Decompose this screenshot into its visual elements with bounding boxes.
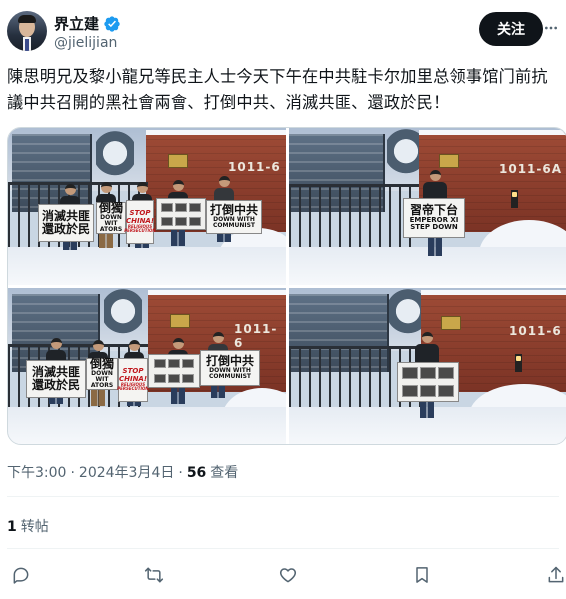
address-number: 1011-6 <box>509 324 562 338</box>
sign-text: 還政於民 <box>31 378 80 392</box>
snowy-tree <box>104 288 142 346</box>
author-name[interactable]: 界立建 <box>54 13 121 34</box>
tweet-date[interactable]: 2024年3月4日 <box>79 462 174 482</box>
meta-separator: · <box>70 465 75 481</box>
photo-1[interactable]: 1011-6 消滅共匪 還政於民 倒獨 DOWN WIT ATORS STOP … <box>8 128 286 285</box>
protest-sign: 消滅共匪 還政於民 <box>26 360 86 398</box>
protest-sign: 倒獨 DOWN WIT ATORS <box>96 202 126 234</box>
author-handle[interactable]: @jielijian <box>54 35 117 51</box>
action-bar <box>0 564 566 588</box>
avatar-tie <box>25 39 29 51</box>
photo-board-sign <box>156 198 206 230</box>
protest-sign: STOP CHINA! RELIGIOUS PERSECUTION <box>124 200 156 244</box>
avatar[interactable] <box>7 11 47 51</box>
snowy-tree <box>96 130 134 188</box>
sign-text: STEP DOWN <box>410 223 458 232</box>
sign-text: ATORS <box>90 382 114 390</box>
like-icon <box>279 568 297 583</box>
sign-text: COMMUNIST <box>209 373 251 381</box>
consulate-plaque <box>170 314 190 328</box>
views-label: 查看 <box>210 465 239 481</box>
photo-3[interactable]: 1011-6 消滅共匪 還政於民 倒獨 DOWN WIT ATORS STOP … <box>8 288 286 444</box>
reply-button[interactable] <box>10 564 32 586</box>
photo-board-sign <box>148 354 200 388</box>
snow-ground <box>8 247 286 285</box>
like-button[interactable] <box>277 564 299 586</box>
photo-4[interactable]: 1011-6 <box>289 288 566 444</box>
share-icon <box>548 566 564 583</box>
address-number-text: 1011-6 <box>499 162 552 176</box>
tweet-text: 陳思明兄及黎小龍兄等民主人士今天下午在中共駐卡尔加里总领事馆门前抗議中共召開的黑… <box>7 67 548 112</box>
sign-text: COMMUNIST <box>213 222 255 230</box>
tweet-time[interactable]: 下午3:00 <box>7 462 66 482</box>
protest-sign: 打倒中共 DOWN WITH COMMUNIST <box>200 350 260 386</box>
avatar-hair <box>18 15 36 23</box>
sign-text: PERSECUTION <box>124 228 156 234</box>
divider <box>7 548 559 549</box>
more-options-icon[interactable] <box>543 20 559 36</box>
reply-icon <box>13 567 29 584</box>
protest-sign: 倒獨 DOWN WIT ATORS <box>86 358 118 390</box>
address-number: 1011-6 <box>234 322 278 350</box>
snow-cap <box>148 290 286 295</box>
snow-ground <box>8 407 286 444</box>
author-display-name[interactable]: 界立建 <box>54 13 99 34</box>
tweet-meta: 下午3:00 · 2024年3月4日 · 56 查看 <box>7 462 238 482</box>
address-suffix: A <box>551 162 563 176</box>
address-number: 1011-6 <box>228 160 281 174</box>
tweet-header: 界立建 @jielijian 关注 <box>7 8 559 56</box>
sign-text: PERSECUTION <box>117 386 149 392</box>
share-button[interactable] <box>545 564 566 586</box>
consulate-plaque <box>168 154 188 168</box>
consulate-plaque <box>439 154 459 168</box>
repost-icon <box>144 567 164 583</box>
snow-cap <box>419 130 566 135</box>
protest-sign: 打倒中共 DOWN WITH COMMUNIST <box>206 200 262 234</box>
views-count: 56 <box>186 465 207 481</box>
protest-sign: STOP CHINA! RELIGIOUS PERSECUTION <box>117 358 149 402</box>
photo-2[interactable]: 1011-6A 習帝下台 EMPEROR XI STEP DOWN <box>289 128 566 285</box>
meta-separator: · <box>178 465 183 481</box>
snow-cap <box>421 290 566 295</box>
sign-text: 倒獨 <box>89 357 114 372</box>
bookmark-button[interactable] <box>411 564 433 586</box>
divider <box>7 496 559 497</box>
sign-text: ATORS <box>99 226 123 234</box>
protest-sign: 消滅共匪 還政於民 <box>38 204 94 242</box>
sign-text: 倒獨 <box>98 201 123 216</box>
verified-badge-icon <box>104 15 120 32</box>
snow-cap <box>146 130 286 135</box>
follow-button[interactable]: 关注 <box>479 12 543 46</box>
reposts-stat[interactable]: 1 转帖 <box>7 516 49 536</box>
address-number: 1011-6A <box>499 162 562 176</box>
protest-sign: 習帝下台 EMPEROR XI STEP DOWN <box>403 198 465 238</box>
photo-board-sign <box>397 362 459 402</box>
repost-button[interactable] <box>143 564 165 586</box>
reposts-label: 转帖 <box>20 519 49 535</box>
sign-text: 還政於民 <box>41 222 90 236</box>
lamp-post <box>515 354 522 372</box>
lamp-post <box>511 190 518 208</box>
reposts-count: 1 <box>7 519 17 535</box>
bookmark-icon <box>416 567 428 583</box>
consulate-plaque <box>441 316 461 330</box>
media-grid: 1011-6 消滅共匪 還政於民 倒獨 DOWN WIT ATORS STOP … <box>7 127 566 445</box>
